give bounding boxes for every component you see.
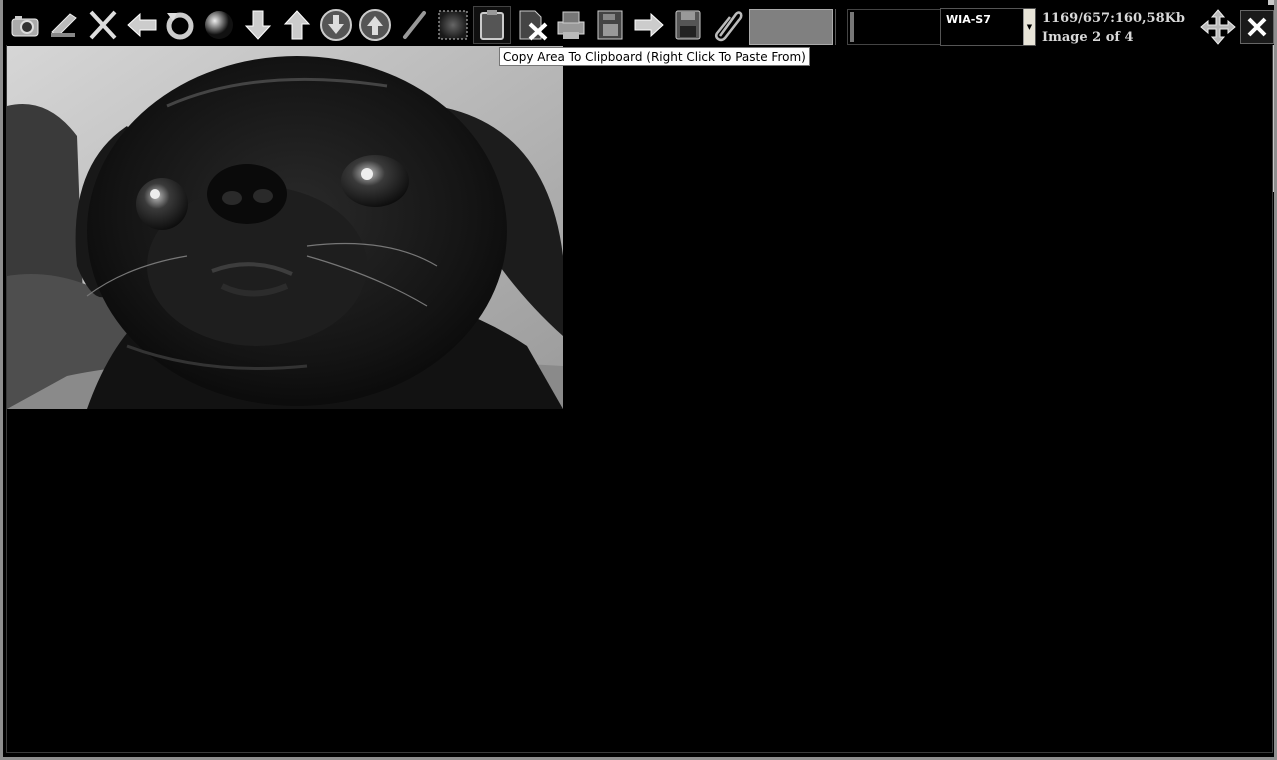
source-select[interactable]: WIA-S7 ▼ [940,8,1036,46]
pen-icon[interactable] [396,7,432,43]
color-swatch-black[interactable] [847,9,941,45]
move-icon[interactable] [1199,8,1237,46]
arrow-right-icon[interactable] [631,7,667,43]
source-select-value: WIA-S7 [946,13,991,26]
color-swatch-gray[interactable] [749,9,833,45]
close-button[interactable] [1240,10,1274,44]
arrow-down-icon[interactable] [240,7,276,43]
save-page-icon[interactable] [592,7,628,43]
arrow-left-icon[interactable] [124,7,160,43]
printer-icon[interactable] [553,7,589,43]
dog-photo [7,46,563,409]
select-area-icon[interactable] [435,7,471,43]
app-window: WIA-S7 ▼ 1169/657:160,58Kb Image 2 of 4 [0,0,1277,760]
floppy-disk-icon[interactable] [670,7,706,43]
circle-arrow-up-icon[interactable] [357,7,393,43]
camera-icon[interactable] [7,7,43,43]
scanner-icon[interactable] [45,7,81,43]
image-dimensions: 1169/657:160,58Kb [1042,11,1186,26]
chevron-down-icon[interactable]: ▼ [1023,9,1035,45]
contrast-sphere-icon[interactable] [201,7,237,43]
scissors-icon[interactable] [85,7,121,43]
paperclip-icon[interactable] [709,7,745,43]
image-counter: Image 2 of 4 [1042,30,1134,45]
circle-arrow-down-icon[interactable] [318,7,354,43]
toolbar: WIA-S7 ▼ 1169/657:160,58Kb Image 2 of 4 [6,5,1274,47]
image-info: 1169/657:160,58Kb Image 2 of 4 [1042,9,1185,47]
arrow-up-icon[interactable] [279,7,315,43]
close-icon [1247,17,1267,37]
clipboard-icon[interactable] [473,6,511,44]
tooltip: Copy Area To Clipboard (Right Click To P… [499,47,810,66]
color-swatch-divider [835,9,845,45]
delete-page-icon[interactable] [514,7,550,43]
rotate-icon[interactable] [162,7,198,43]
